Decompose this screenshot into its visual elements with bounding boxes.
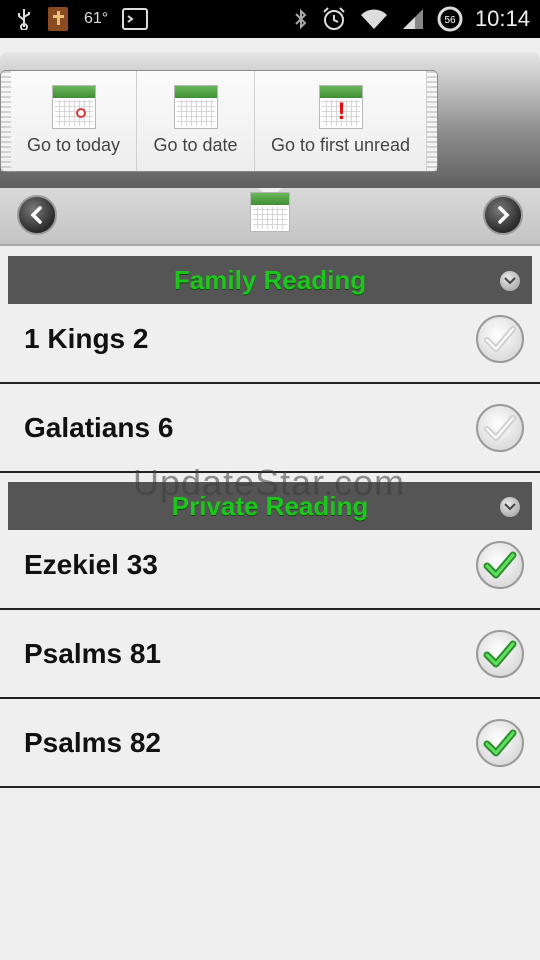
- toolbar-grip-left[interactable]: [1, 71, 11, 171]
- reading-label: 1 Kings 2: [24, 323, 149, 354]
- section-title: Private Reading: [171, 490, 369, 521]
- check-read-icon[interactable]: [476, 630, 524, 678]
- reading-label: Galatians 6: [24, 412, 174, 443]
- previous-day-button[interactable]: [17, 195, 57, 235]
- calendar-icon: [173, 85, 218, 129]
- go-to-today-label: Go to today: [26, 135, 121, 155]
- signal-icon: [401, 7, 425, 31]
- go-to-first-unread-button[interactable]: ! Go to first unread: [255, 71, 427, 171]
- go-to-date-label: Go to date: [153, 135, 238, 155]
- reading-row[interactable]: Psalms 81: [0, 611, 540, 699]
- next-day-button[interactable]: [483, 195, 523, 235]
- reading-row[interactable]: Ezekiel 33: [0, 522, 540, 610]
- chevron-down-icon[interactable]: [500, 497, 520, 517]
- open-calendar-button[interactable]: [250, 192, 290, 234]
- bible-app-icon: [46, 6, 70, 32]
- battery-icon: 56: [437, 6, 463, 32]
- bluetooth-icon: [293, 7, 309, 31]
- check-unread-icon[interactable]: [476, 404, 524, 452]
- battery-level-text: 56: [444, 15, 456, 26]
- status-bar: 61° 56 10:14: [0, 0, 540, 38]
- reading-row[interactable]: 1 Kings 2: [0, 296, 540, 384]
- toolbar-grip-right[interactable]: [427, 71, 437, 171]
- check-read-icon[interactable]: [476, 541, 524, 589]
- calendar-unread-icon: !: [318, 85, 363, 129]
- calendar-icon: [250, 192, 290, 232]
- check-unread-icon[interactable]: [476, 315, 524, 363]
- go-to-date-button[interactable]: Go to date: [137, 71, 255, 171]
- go-to-today-button[interactable]: Go to today: [11, 71, 137, 171]
- calendar-today-icon: [51, 85, 96, 129]
- alarm-icon: [321, 6, 347, 32]
- usb-icon: [16, 8, 32, 30]
- chevron-left-icon: [30, 206, 42, 224]
- terminal-icon: [122, 8, 149, 30]
- chevron-right-icon: [498, 206, 510, 224]
- reading-label: Psalms 82: [24, 727, 161, 758]
- reading-label: Ezekiel 33: [24, 549, 158, 580]
- wifi-icon: [359, 7, 389, 31]
- reading-label: Psalms 81: [24, 638, 161, 669]
- reading-row[interactable]: Galatians 6: [0, 385, 540, 473]
- section-title: Family Reading: [173, 264, 367, 295]
- temperature-text: 61°: [84, 10, 109, 27]
- reading-row[interactable]: Psalms 82: [0, 700, 540, 788]
- date-navigation-bar: [0, 188, 540, 246]
- toolbar: Go to today Go to date ! Go to first unr…: [0, 70, 438, 172]
- chevron-down-icon[interactable]: [500, 271, 520, 291]
- check-read-icon[interactable]: [476, 719, 524, 767]
- clock-text: 10:14: [474, 6, 530, 31]
- go-to-first-unread-label: Go to first unread: [270, 135, 411, 155]
